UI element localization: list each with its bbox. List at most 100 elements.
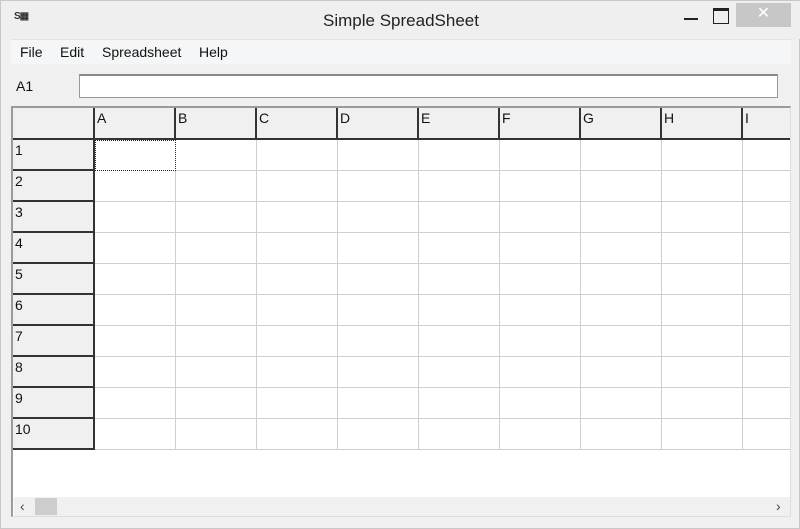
column-header-D[interactable]: D [338,108,419,140]
row-header-6[interactable]: 6 [13,295,95,326]
cell-C1[interactable] [257,140,338,171]
cell-H7[interactable] [662,326,743,357]
cell-A9[interactable] [95,388,176,419]
cell-H9[interactable] [662,388,743,419]
row-header-5[interactable]: 5 [13,264,95,295]
cell-H5[interactable] [662,264,743,295]
scroll-thumb[interactable] [35,498,57,515]
row-header-10[interactable]: 10 [13,419,95,450]
cell-F10[interactable] [500,419,581,450]
cell-G5[interactable] [581,264,662,295]
cell-F9[interactable] [500,388,581,419]
cell-H4[interactable] [662,233,743,264]
cell-D9[interactable] [338,388,419,419]
cell-I10[interactable] [743,419,790,450]
scroll-left-button[interactable]: ‹ [20,497,25,516]
column-header-B[interactable]: B [176,108,257,140]
menu-file[interactable]: File [20,44,43,60]
menu-spreadsheet[interactable]: Spreadsheet [102,44,181,60]
horizontal-scrollbar[interactable]: ‹ › [14,497,790,516]
cell-D2[interactable] [338,171,419,202]
row-header-7[interactable]: 7 [13,326,95,357]
corner-header[interactable] [13,108,95,140]
row-header-3[interactable]: 3 [13,202,95,233]
cell-C7[interactable] [257,326,338,357]
cell-C4[interactable] [257,233,338,264]
cell-E5[interactable] [419,264,500,295]
formula-input[interactable] [79,74,778,98]
cell-B6[interactable] [176,295,257,326]
cell-I5[interactable] [743,264,790,295]
cell-E2[interactable] [419,171,500,202]
cell-A6[interactable] [95,295,176,326]
cell-I3[interactable] [743,202,790,233]
cell-G1[interactable] [581,140,662,171]
row-header-1[interactable]: 1 [13,140,95,171]
cell-H8[interactable] [662,357,743,388]
cell-A2[interactable] [95,171,176,202]
cell-D6[interactable] [338,295,419,326]
column-header-H[interactable]: H [662,108,743,140]
cell-E6[interactable] [419,295,500,326]
cell-E8[interactable] [419,357,500,388]
row-header-2[interactable]: 2 [13,171,95,202]
row-header-4[interactable]: 4 [13,233,95,264]
cell-A8[interactable] [95,357,176,388]
row-header-9[interactable]: 9 [13,388,95,419]
cell-A4[interactable] [95,233,176,264]
cell-E10[interactable] [419,419,500,450]
cell-B2[interactable] [176,171,257,202]
cell-C9[interactable] [257,388,338,419]
cell-F6[interactable] [500,295,581,326]
cell-F7[interactable] [500,326,581,357]
cell-G2[interactable] [581,171,662,202]
cell-G8[interactable] [581,357,662,388]
cell-H10[interactable] [662,419,743,450]
cell-D3[interactable] [338,202,419,233]
row-header-8[interactable]: 8 [13,357,95,388]
cell-H2[interactable] [662,171,743,202]
column-header-G[interactable]: G [581,108,662,140]
cell-B10[interactable] [176,419,257,450]
cell-G6[interactable] [581,295,662,326]
cell-C5[interactable] [257,264,338,295]
cell-F8[interactable] [500,357,581,388]
cell-A10[interactable] [95,419,176,450]
minimize-button[interactable] [675,3,705,27]
cell-B1[interactable] [176,140,257,171]
cell-G7[interactable] [581,326,662,357]
cell-B4[interactable] [176,233,257,264]
cell-B5[interactable] [176,264,257,295]
cell-D8[interactable] [338,357,419,388]
column-header-C[interactable]: C [257,108,338,140]
cell-D5[interactable] [338,264,419,295]
cell-C10[interactable] [257,419,338,450]
cell-A5[interactable] [95,264,176,295]
cell-D4[interactable] [338,233,419,264]
column-header-I[interactable]: I [743,108,790,140]
cell-B3[interactable] [176,202,257,233]
cell-E3[interactable] [419,202,500,233]
cell-C8[interactable] [257,357,338,388]
cell-C6[interactable] [257,295,338,326]
column-header-F[interactable]: F [500,108,581,140]
cell-B8[interactable] [176,357,257,388]
cell-C2[interactable] [257,171,338,202]
cell-A3[interactable] [95,202,176,233]
cell-E7[interactable] [419,326,500,357]
cell-F5[interactable] [500,264,581,295]
column-header-A[interactable]: A [95,108,176,140]
cell-G4[interactable] [581,233,662,264]
cell-D7[interactable] [338,326,419,357]
cell-H1[interactable] [662,140,743,171]
menu-help[interactable]: Help [199,44,228,60]
cell-I9[interactable] [743,388,790,419]
cell-E1[interactable] [419,140,500,171]
cell-A7[interactable] [95,326,176,357]
cell-F4[interactable] [500,233,581,264]
cell-H6[interactable] [662,295,743,326]
menu-edit[interactable]: Edit [60,44,84,60]
cell-G3[interactable] [581,202,662,233]
cell-F2[interactable] [500,171,581,202]
close-button[interactable]: ✕ [736,3,791,27]
